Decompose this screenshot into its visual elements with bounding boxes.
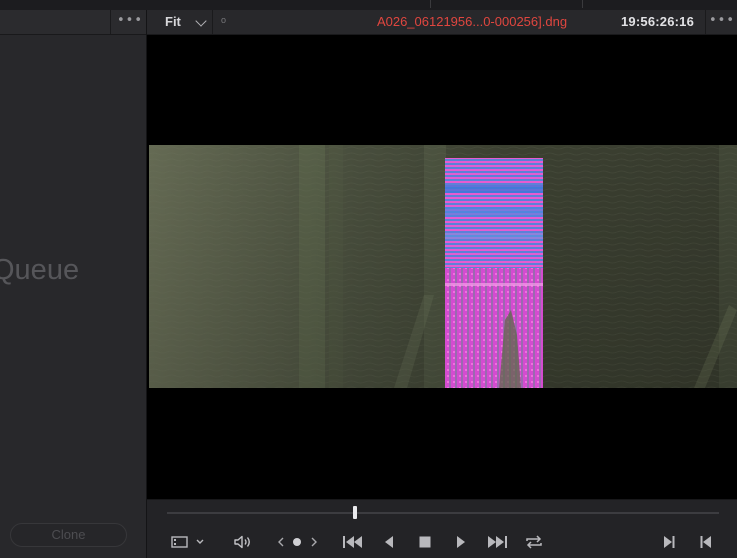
volume-icon[interactable] [231,530,255,554]
corrupted-region [445,158,543,388]
queue-title: Queue [0,254,80,286]
header-divider [110,10,111,34]
video-viewer[interactable] [147,35,737,499]
first-frame-icon[interactable] [340,530,366,554]
viewer-mode-icon[interactable] [169,530,209,554]
clone-button[interactable]: Clone [10,523,127,547]
more-dots-icon[interactable]: ••• [117,10,142,34]
stop-icon[interactable] [414,530,436,554]
strip-divider [582,0,583,8]
mark-out-icon[interactable] [695,530,717,554]
queue-panel-header: ••• [0,10,146,35]
header-divider [705,10,706,34]
jog-left-icon[interactable] [273,530,289,554]
play-reverse-icon[interactable] [378,530,400,554]
playhead-handle[interactable] [352,506,357,519]
mark-in-icon[interactable] [658,530,680,554]
scrubber-track[interactable] [167,512,719,514]
timecode: 19:56:26:16 [621,14,695,29]
strip-divider [430,0,431,8]
loop-icon[interactable] [522,530,546,554]
queue-panel: ••• Queue Clone [0,10,147,558]
top-strip [0,0,737,10]
viewer-header: Fit o A026_06121956...0-000256].dng 19:5… [147,10,737,35]
jog-dot-icon[interactable] [290,530,304,554]
jog-right-icon[interactable] [306,530,322,554]
last-frame-icon[interactable] [484,530,510,554]
clip-frame-image [149,145,737,388]
app-window: ••• Queue Clone Fit o A026_06121956...0-… [0,0,737,558]
transport-controls [147,499,737,558]
more-dots-icon[interactable]: ••• [709,10,734,34]
play-icon[interactable] [450,530,472,554]
